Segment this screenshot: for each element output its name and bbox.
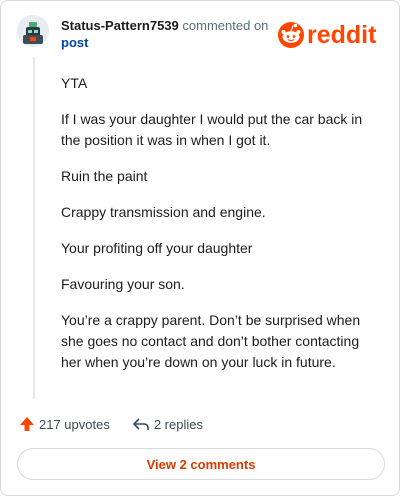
avatar-icon: [17, 15, 49, 47]
replies-count: 2 replies: [153, 416, 203, 432]
reply-arrow-icon: [133, 418, 149, 430]
reddit-wordmark: reddit: [307, 21, 377, 49]
comment-header: Status-Pattern7539 commented on post: [61, 17, 286, 51]
view-comments-button[interactable]: View 2 comments: [17, 448, 385, 480]
upvote-button[interactable]: 217 upvotes: [19, 416, 110, 432]
comment-paragraph: Ruin the paint: [61, 168, 148, 184]
comment-body: YTA If I was your daughter I would put t…: [61, 73, 377, 388]
username-link[interactable]: Status-Pattern7539: [61, 18, 179, 33]
post-link[interactable]: post: [61, 35, 88, 50]
replies-button[interactable]: 2 replies: [132, 416, 203, 432]
reddit-snoo-icon: [278, 22, 304, 48]
comment-paragraph: Your profiting off your daughter: [61, 240, 253, 256]
comment-footer: 217 upvotes 2 replies: [19, 413, 225, 435]
comment-paragraph: Favouring your son.: [61, 276, 185, 292]
avatar[interactable]: [17, 15, 49, 47]
upvote-arrow-icon: [20, 417, 34, 431]
comment-paragraph: YTA: [61, 75, 88, 91]
comment-paragraph: If I was your daughter I would put the c…: [61, 111, 363, 148]
comment-paragraph: You’re a crappy parent. Don’t be surpris…: [61, 312, 361, 370]
upvote-count: 217 upvotes: [39, 416, 110, 432]
comment-paragraph: Crappy transmission and engine.: [61, 204, 266, 220]
comment-card: Status-Pattern7539 commented on post red…: [0, 0, 400, 496]
reddit-logo[interactable]: reddit: [277, 18, 385, 52]
thread-line: [33, 57, 35, 399]
commented-on-text: commented on: [182, 18, 269, 33]
